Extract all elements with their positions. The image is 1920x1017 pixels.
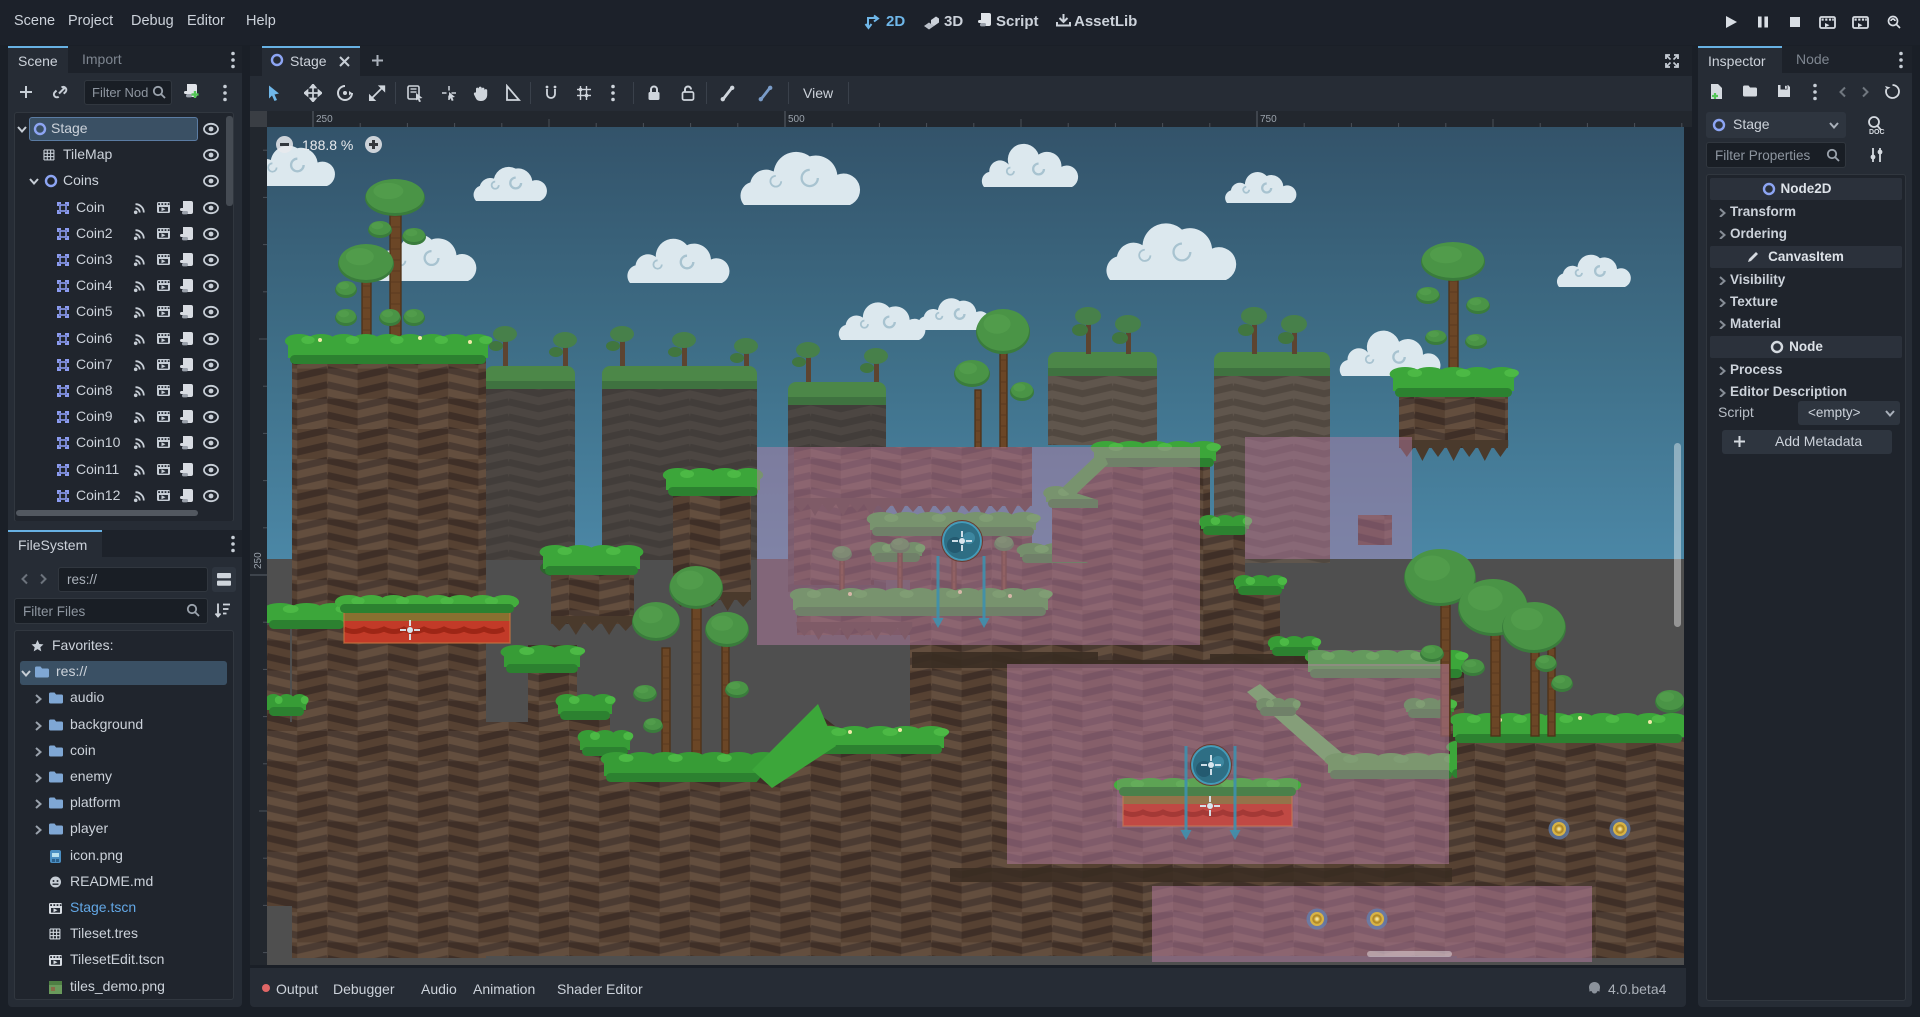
svg-text:500: 500 [788,114,805,125]
svg-text:250: 250 [253,552,264,569]
svg-text:DOC: DOC [1869,129,1885,136]
svg-text:750: 750 [1260,114,1277,125]
svg-text:250: 250 [316,114,333,125]
